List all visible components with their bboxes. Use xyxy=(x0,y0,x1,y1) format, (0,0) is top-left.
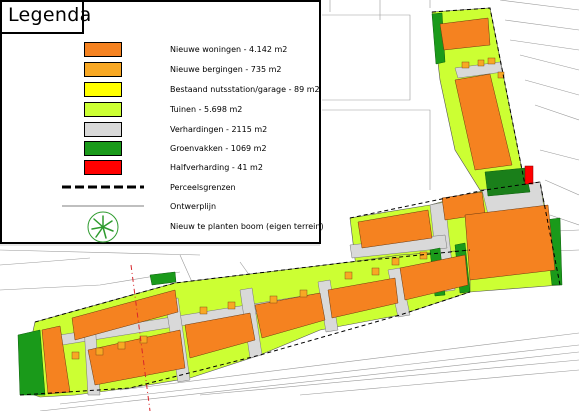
legend-label-parcel-boundary: Perceelsgrenzen xyxy=(170,183,236,192)
legend-title-box: Legenda xyxy=(0,0,91,34)
swatch-sheds xyxy=(84,62,122,77)
legend-label-gardens: Tuinen - 5.698 m2 xyxy=(170,105,243,114)
half-paving-area xyxy=(524,165,534,185)
solid-line-icon xyxy=(62,205,144,207)
legend-label-new-tree: Nieuw te planten boom (eigen terrein) xyxy=(170,222,324,231)
legend-label-sheds: Nieuwe bergingen - 735 m2 xyxy=(170,65,282,74)
legend-title: Legenda xyxy=(8,4,92,26)
swatch-houses xyxy=(84,42,122,57)
swatch-utility xyxy=(84,82,122,97)
tree-icon xyxy=(87,211,119,243)
swatch-half-paving xyxy=(84,160,122,175)
legend-label-green: Groenvakken - 1069 m2 xyxy=(170,144,267,153)
swatch-paving xyxy=(84,122,122,137)
legend-label-houses: Nieuwe woningen - 4.142 m2 xyxy=(170,45,288,54)
legend-label-design-line: Ontwerplijn xyxy=(170,202,217,211)
legend-label-utility: Bestaand nutsstation/garage - 89 m2 xyxy=(170,85,320,94)
legend-label-paving: Verhardingen - 2115 m2 xyxy=(170,125,268,134)
legend-label-half-paving: Halfverharding - 41 m2 xyxy=(170,163,263,172)
swatch-green xyxy=(84,141,122,156)
legend-panel: Legenda Nieuwe woningen - 4.142 m2 Nieuw… xyxy=(0,0,324,244)
swatch-gardens xyxy=(84,102,122,117)
site-plan-map: Legenda Nieuwe woningen - 4.142 m2 Nieuw… xyxy=(0,0,579,411)
dashed-line-icon xyxy=(62,185,144,189)
